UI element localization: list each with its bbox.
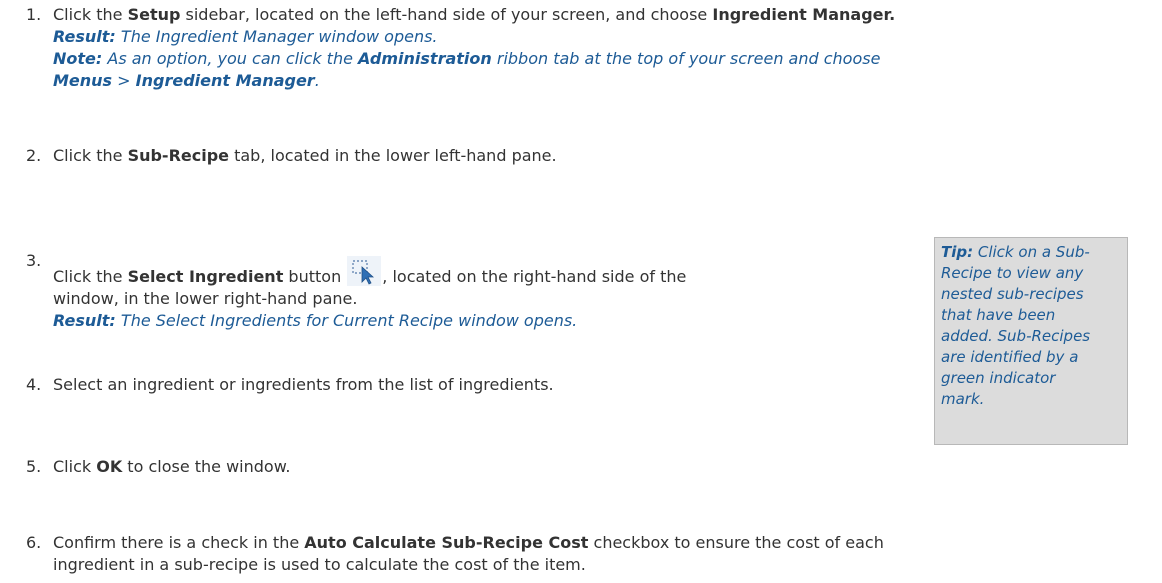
- emphasis-text: Tip:: [941, 243, 974, 261]
- tip-line: that have been: [941, 305, 1121, 326]
- select-cursor-icon: [347, 256, 382, 286]
- text-run: are identified by a: [941, 348, 1079, 366]
- text-run: The Ingredient Manager window opens.: [115, 27, 438, 46]
- document-page: 1. Click the Setup sidebar, located on t…: [0, 0, 1162, 583]
- step-body: Click OK to close the window.: [53, 456, 290, 478]
- text-run: Click: [53, 457, 97, 476]
- step-number: 2.: [26, 146, 42, 165]
- text-run: nested sub-recipes: [941, 285, 1084, 303]
- instruction-line: Click the Sub-Recipe tab, located in the…: [53, 145, 557, 167]
- text-run: , located on the right-hand side of the: [382, 267, 687, 286]
- emphasis-text: Ingredient Manager: [135, 71, 315, 90]
- instruction-line: Select an ingredient or ingredients from…: [53, 374, 554, 396]
- step-body: Click the Select Ingredient button , loc…: [53, 256, 686, 332]
- text-run: Select an ingredient or ingredients from…: [53, 375, 554, 394]
- text-run: added. Sub-Recipes: [941, 327, 1091, 345]
- text-run: Click on a Sub-: [973, 243, 1090, 261]
- tip-line: Recipe to view any: [941, 263, 1121, 284]
- result-line: Menus > Ingredient Manager.: [53, 70, 895, 92]
- text-run: .: [314, 71, 320, 90]
- text-run: tab, located in the lower left-hand pane…: [229, 146, 557, 165]
- result-line: Result: The Ingredient Manager window op…: [53, 26, 895, 48]
- step-number: 4.: [26, 375, 42, 394]
- emphasis-text: Sub-Recipe: [127, 146, 230, 165]
- instruction-line: Confirm there is a check in the Auto Cal…: [53, 532, 884, 554]
- tip-line: mark.: [941, 389, 1121, 410]
- emphasis-text: Ingredient Manager.: [712, 5, 896, 24]
- emphasis-text: Result:: [53, 27, 116, 46]
- instruction-line: Click OK to close the window.: [53, 456, 290, 478]
- text-run: window, in the lower right-hand pane.: [53, 289, 358, 308]
- step-body: Click the Sub-Recipe tab, located in the…: [53, 145, 557, 167]
- text-run: As an option, you can click the: [102, 49, 359, 68]
- instruction-line: window, in the lower right-hand pane.: [53, 288, 686, 310]
- step-number: 5.: [26, 457, 42, 476]
- step-number: 3.: [26, 251, 42, 270]
- emphasis-text: Menus: [53, 71, 113, 90]
- tip-line: green indicator: [941, 368, 1121, 389]
- step-number: 6.: [26, 533, 42, 552]
- tip-line: Tip: Click on a Sub-: [941, 242, 1121, 263]
- text-run: mark.: [941, 390, 985, 408]
- text-run: Click the: [53, 267, 128, 286]
- result-line: Note: As an option, you can click the Ad…: [53, 48, 895, 70]
- tip-box: Tip: Click on a Sub- Recipe to view any ne…: [934, 237, 1128, 445]
- emphasis-text: Result:: [53, 311, 116, 330]
- emphasis-text: Select Ingredient: [127, 267, 284, 286]
- text-run: Click the: [53, 146, 128, 165]
- step-body: Confirm there is a check in the Auto Cal…: [53, 532, 884, 576]
- text-run: Confirm there is a check in the: [53, 533, 305, 552]
- instruction-line: ingredient in a sub-recipe is used to ca…: [53, 554, 884, 576]
- text-run: that have been: [941, 306, 1056, 324]
- emphasis-text: Setup: [127, 5, 181, 24]
- tip-line: nested sub-recipes: [941, 284, 1121, 305]
- emphasis-text: OK: [96, 457, 123, 476]
- text-run: sidebar, located on the left-hand side o…: [180, 5, 713, 24]
- text-run: Recipe to view any: [941, 264, 1084, 282]
- step-number: 1.: [26, 5, 42, 24]
- emphasis-text: Auto Calculate Sub-Recipe Cost: [304, 533, 589, 552]
- step-body: Click the Setup sidebar, located on the …: [53, 4, 895, 92]
- text-run: checkbox to ensure the cost of each: [588, 533, 884, 552]
- text-run: to close the window.: [122, 457, 291, 476]
- text-run: The Select Ingredients for Current Recip…: [115, 311, 578, 330]
- emphasis-text: Note:: [53, 49, 103, 68]
- text-run: ribbon tab at the top of your screen and…: [491, 49, 881, 68]
- tip-line: added. Sub-Recipes: [941, 326, 1121, 347]
- text-run: Click the: [53, 5, 128, 24]
- tip-line: are identified by a: [941, 347, 1121, 368]
- step-body: Select an ingredient or ingredients from…: [53, 374, 554, 396]
- text-run: button: [283, 267, 347, 286]
- text-run: green indicator: [941, 369, 1056, 387]
- instruction-line: Click the Setup sidebar, located on the …: [53, 4, 895, 26]
- instruction-line: Click the Select Ingredient button , loc…: [53, 256, 686, 288]
- text-run: >: [112, 71, 136, 90]
- emphasis-text: Administration: [358, 49, 492, 68]
- text-run: ingredient in a sub-recipe is used to ca…: [53, 555, 586, 574]
- result-line: Result: The Select Ingredients for Curre…: [53, 310, 686, 332]
